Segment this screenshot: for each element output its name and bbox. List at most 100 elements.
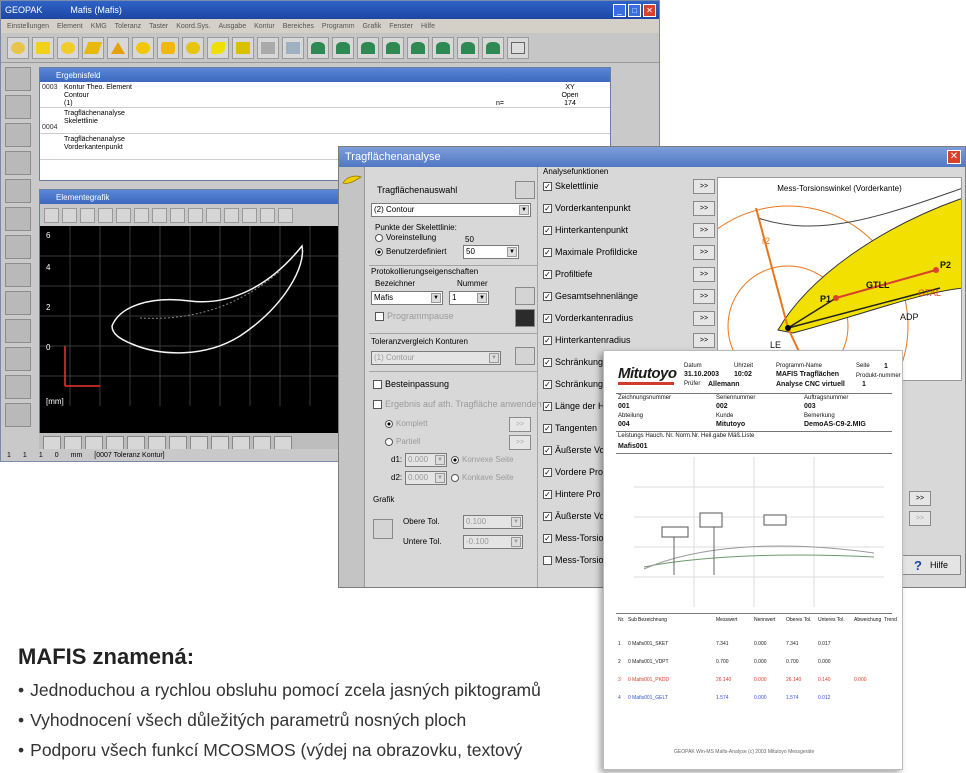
toolbar-plane-button[interactable] (82, 36, 104, 59)
analysis-more-button[interactable]: >> (693, 179, 715, 194)
toolbar-cone-button[interactable] (107, 36, 129, 59)
left-tool-tip[interactable] (5, 123, 31, 147)
pan-icon[interactable] (116, 207, 131, 223)
result-row[interactable]: 0003 Kontur Theo. Element Contour (1) n=… (40, 82, 610, 108)
analysis-checkbox[interactable]: ✓ Vorderkantenradius (543, 313, 633, 323)
analysis-checkbox[interactable]: ✓ Mess-Torsio (543, 533, 604, 543)
analysis-more-button[interactable]: >> (693, 311, 715, 326)
toolbar-contour6-button[interactable] (432, 36, 454, 59)
toolbar-cylinder-button[interactable] (157, 36, 179, 59)
fit-icon[interactable] (278, 207, 293, 223)
partial-more-button[interactable]: >> (509, 435, 531, 450)
analysis-more-button[interactable]: >> (693, 333, 715, 348)
tolerance-contour-select[interactable]: (1) Contour ▼ (371, 351, 501, 365)
complete-more-button[interactable]: >> (509, 417, 531, 432)
result-row[interactable]: 0004 Tragflächenanalyse Skelettlinie (40, 108, 610, 134)
analysis-checkbox[interactable]: ✓ Profiltiefe (543, 269, 593, 279)
left-tool-9[interactable] (5, 291, 31, 315)
toolbar-intersect-button[interactable] (282, 36, 304, 59)
point-marker-icon[interactable] (242, 207, 257, 223)
select-icon[interactable] (134, 207, 149, 223)
menu-item-areas[interactable]: Bereiches (283, 23, 314, 30)
menu-item-tolerance[interactable]: Toleranz (115, 23, 141, 30)
view-iso-icon[interactable] (206, 207, 221, 223)
rotate-icon[interactable] (80, 207, 95, 223)
d1-select[interactable]: 0.000 ▼ (405, 453, 447, 467)
toolbar-curve-button[interactable] (207, 36, 229, 59)
analysis-checkbox[interactable]: ✓ Hintere Pro (543, 489, 601, 499)
selection-pick-button[interactable] (515, 181, 535, 199)
graphic-curve-icon[interactable] (373, 519, 393, 539)
menu-item-contour[interactable]: Kontur (254, 23, 275, 30)
left-tool-7[interactable] (5, 235, 31, 259)
concave-radio[interactable]: Konkave Seite (451, 473, 514, 482)
menu-item-coordsys[interactable]: Koord.Sys. (176, 23, 210, 30)
analysis-checkbox[interactable]: ✓ Vordere Pro (543, 467, 603, 477)
preset-radio[interactable]: Voreinstellung (375, 233, 436, 242)
analysis-checkbox[interactable]: ✓ Skelettlinie (543, 181, 599, 191)
tolerance-pick-button[interactable] (515, 347, 535, 365)
toolbar-contour5-button[interactable] (407, 36, 429, 59)
toolbar-sphere-button[interactable] (132, 36, 154, 59)
d2-select[interactable]: 0.000 ▼ (405, 471, 447, 485)
grid-icon[interactable] (260, 207, 275, 223)
camera-icon[interactable] (515, 309, 535, 327)
contour-plot[interactable]: 6 4 2 0 [mm] (40, 226, 340, 436)
designator-select[interactable]: Mafis ▼ (371, 291, 443, 305)
analysis-checkbox[interactable]: ✓ Länge der H (543, 401, 605, 411)
analysis-checkbox[interactable]: ✓ Gesamtsehnenlänge (543, 291, 638, 301)
analysis-checkbox[interactable]: ✓ Äußerste Vo (543, 511, 605, 521)
dialog-close-button[interactable]: ✕ (947, 150, 961, 164)
menu-item-kmg[interactable]: KMG (91, 23, 107, 30)
help-button[interactable]: ? Hilfe (901, 555, 961, 575)
analysis-checkbox[interactable]: ✓ Maximale Profildicke (543, 247, 638, 257)
lower-tol-select[interactable]: -0.100 ▼ (463, 535, 523, 549)
left-tool-12[interactable] (5, 375, 31, 399)
measure-more-button[interactable]: >> (909, 491, 931, 506)
left-tool-5[interactable] (5, 179, 31, 203)
left-tool-4[interactable] (5, 151, 31, 175)
toolbar-point-button[interactable] (7, 36, 29, 59)
analysis-checkbox[interactable]: ✓ Äußerste Vo (543, 445, 605, 455)
menu-item-graphic[interactable]: Grafik (363, 23, 382, 30)
analysis-checkbox[interactable]: ✓ Hinterkantenpunkt (543, 225, 628, 235)
protocol-settings-button[interactable] (515, 287, 535, 305)
menu-item-window[interactable]: Fenster (389, 23, 413, 30)
complete-radio[interactable]: Komplett (385, 419, 428, 428)
analysis-more-button[interactable]: >> (693, 245, 715, 260)
close-button[interactable]: ✕ (643, 3, 656, 17)
left-tool-10[interactable] (5, 319, 31, 343)
analysis-checkbox[interactable]: ✓ Tangenten (543, 423, 597, 433)
menu-item-probe[interactable]: Taster (149, 23, 168, 30)
analysis-checkbox[interactable]: ✓ Vorderkantenpunkt (543, 203, 631, 213)
analysis-checkbox[interactable]: ✓ Hinterkantenradius (543, 335, 631, 345)
analysis-more-button[interactable]: >> (693, 267, 715, 282)
measure-more-button-2[interactable]: >> (909, 511, 931, 526)
view-side-icon[interactable] (170, 207, 185, 223)
left-tool-13[interactable] (5, 403, 31, 427)
menu-item-help[interactable]: Hilfe (421, 23, 435, 30)
program-pause-checkbox[interactable]: Programmpause (375, 311, 454, 321)
minimize-button[interactable]: _ (613, 3, 626, 17)
number-select[interactable]: 1 ▼ (449, 291, 489, 305)
measure-icon[interactable] (98, 207, 113, 223)
toolbar-slot-button[interactable] (182, 36, 204, 59)
toolbar-contour4-button[interactable] (382, 36, 404, 59)
toolbar-circle-button[interactable] (57, 36, 79, 59)
user-points-select[interactable]: 50 ▼ (463, 245, 519, 259)
toolbar-contour3-button[interactable] (357, 36, 379, 59)
filter-icon[interactable] (224, 207, 239, 223)
convex-radio[interactable]: Konvexe Seite (451, 455, 514, 464)
analysis-more-button[interactable]: >> (693, 223, 715, 238)
analysis-more-button[interactable]: >> (693, 289, 715, 304)
zoom-out-icon[interactable] (62, 207, 77, 223)
menu-item-element[interactable]: Element (57, 23, 83, 30)
menu-item-program[interactable]: Programm (322, 23, 355, 30)
upper-tol-select[interactable]: 0.100 ▼ (463, 515, 523, 529)
apply-results-checkbox[interactable]: Ergebnis auf ath. Tragfläche anwenden (373, 399, 542, 409)
menu-item-settings[interactable]: Einstellungen (7, 23, 49, 30)
toolbar-contour8-button[interactable] (482, 36, 504, 59)
zoom-in-icon[interactable] (44, 207, 59, 223)
toolbar-distance-button[interactable] (232, 36, 254, 59)
toolbar-contour7-button[interactable] (457, 36, 479, 59)
